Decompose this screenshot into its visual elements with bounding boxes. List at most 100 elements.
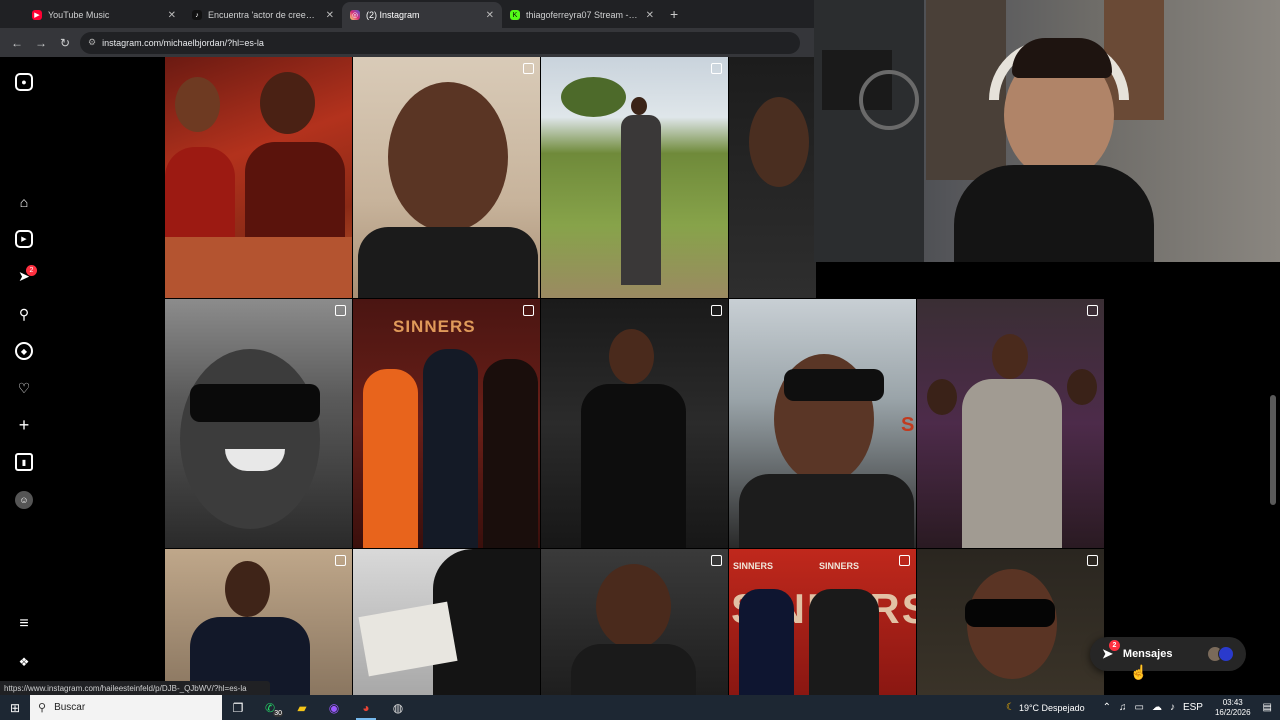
taskbar-search-placeholder: Buscar <box>54 702 86 713</box>
clock[interactable]: 03:43 16/2/2026 <box>1215 698 1251 718</box>
site-info-icon[interactable]: ⚙ <box>88 37 96 48</box>
profile-avatar-icon[interactable]: ☺ <box>15 491 33 509</box>
taskbar-search-field[interactable]: ⚲ Buscar <box>30 695 222 720</box>
tab-label: YouTube Music <box>48 10 110 20</box>
instagram-icon: ◎ <box>350 10 360 20</box>
instagram-sidebar: ● ⌂ ▶ ➤ 2 ⚲ ◆ ♡ + ▮ ☺ ≡ ❖ <box>0 57 48 682</box>
multi-photo-icon <box>711 555 722 566</box>
post-thumbnail[interactable] <box>353 57 540 298</box>
search-icon[interactable]: ⚲ <box>15 305 33 323</box>
close-icon[interactable]: ✕ <box>168 10 176 21</box>
obs-icon[interactable]: ◉ <box>318 695 350 720</box>
home-icon[interactable]: ⌂ <box>15 193 33 211</box>
microphone-icon[interactable]: ♫ <box>1119 702 1127 713</box>
post-thumbnail[interactable] <box>917 299 1104 548</box>
multi-photo-icon <box>523 63 534 74</box>
link-status-bar: https://www.instagram.com/haileesteinfel… <box>0 681 270 695</box>
messages-pill[interactable]: ➤ 2 Mensajes <box>1090 637 1246 671</box>
post-thumbnail[interactable]: SINNERS SINNERS SINNERS <box>729 549 916 695</box>
post-thumbnail[interactable] <box>917 549 1104 695</box>
post-thumbnail[interactable] <box>729 57 816 298</box>
menu-icon[interactable]: ≡ <box>15 615 33 633</box>
app-icon[interactable]: ◍ <box>382 695 414 720</box>
multi-photo-icon <box>711 305 722 316</box>
close-icon[interactable]: ✕ <box>486 10 494 21</box>
poster-text: SINNERS <box>393 317 476 336</box>
reels-icon[interactable]: ▶ <box>15 230 33 248</box>
close-icon[interactable]: ✕ <box>326 10 334 21</box>
messages-badge: 2 <box>1109 640 1120 651</box>
messages-icon: ➤ 2 <box>1102 640 1120 662</box>
post-thumbnail[interactable]: S <box>729 299 916 548</box>
post-thumbnail[interactable] <box>541 57 728 298</box>
url-text: instagram.com/michaelbjordan/?hl=es-la <box>102 37 264 48</box>
page-scrollbar[interactable] <box>1270 395 1276 505</box>
dashboard-icon[interactable]: ▮ <box>15 453 33 471</box>
kick-icon: K <box>510 10 520 20</box>
network-icon[interactable]: ▭ <box>1134 702 1143 713</box>
clock-time: 03:43 <box>1222 697 1243 707</box>
url-field[interactable]: ⚙ instagram.com/michaelbjordan/?hl=es-la <box>80 31 800 54</box>
tiktok-icon: ♪ <box>192 10 202 20</box>
multi-photo-icon <box>899 555 910 566</box>
new-tab-button[interactable]: + <box>670 6 678 22</box>
browser-tab-bar: ▶ YouTube Music ✕ ♪ Encuentra 'actor de … <box>0 0 814 28</box>
post-thumbnail[interactable] <box>541 549 728 695</box>
close-icon[interactable]: ✕ <box>646 10 654 21</box>
notifications-icon[interactable]: ♡ <box>15 379 33 397</box>
windows-start-icon[interactable]: ⊞ <box>0 695 30 720</box>
avatar <box>1218 646 1234 662</box>
forward-icon[interactable]: → <box>32 34 50 52</box>
tab-tiktok[interactable]: ♪ Encuentra 'actor de creed negro' ✕ <box>184 2 342 28</box>
system-tray: ☾ 19°C Despejado ⌃ ♫ ▭ ☁ ♪ ESP 03:43 16/… <box>1002 695 1280 720</box>
whatsapp-badge: 30 <box>273 710 283 717</box>
task-view-icon[interactable]: ❐ <box>222 695 254 720</box>
multi-photo-icon <box>1087 305 1098 316</box>
page-right-margin <box>1105 262 1280 695</box>
multi-photo-icon <box>335 555 346 566</box>
post-thumbnail[interactable]: SINNERS <box>353 299 540 548</box>
address-bar-row: ← → ↻ ⚙ instagram.com/michaelbjordan/?hl… <box>0 28 814 57</box>
tab-kick-stream[interactable]: K thiagoferreyra07 Stream - Watch ✕ <box>502 2 662 28</box>
moon-weather-icon: ☾ <box>1005 702 1015 713</box>
tab-youtube-music[interactable]: ▶ YouTube Music ✕ <box>24 2 184 28</box>
multi-photo-icon <box>335 305 346 316</box>
weather-text[interactable]: 19°C Despejado <box>1019 703 1085 713</box>
reload-icon[interactable]: ↻ <box>56 34 74 52</box>
tab-label: (2) Instagram <box>366 10 420 20</box>
webcam-overlay <box>814 0 1280 262</box>
file-explorer-icon[interactable]: ▰ <box>286 695 318 720</box>
explore-icon[interactable]: ◆ <box>15 342 33 360</box>
messages-badge: 2 <box>26 265 37 276</box>
multi-photo-icon <box>711 63 722 74</box>
whatsapp-icon[interactable]: ✆ 30 <box>254 695 286 720</box>
windows-taskbar: ⊞ ⚲ Buscar ❐ ✆ 30 ▰ ◉ ◕ ◍ ☾ 19°C Despejad… <box>0 695 1280 720</box>
instagram-logo-icon[interactable]: ● <box>15 73 33 91</box>
onedrive-icon[interactable]: ☁ <box>1152 702 1162 713</box>
create-icon[interactable]: + <box>15 415 33 435</box>
tab-label: thiagoferreyra07 Stream - Watch <box>526 10 640 20</box>
post-thumbnail[interactable] <box>353 549 540 695</box>
youtube-music-icon: ▶ <box>32 10 42 20</box>
message-avatars <box>1207 646 1234 662</box>
volume-icon[interactable]: ♪ <box>1170 702 1175 713</box>
poster-text: SINNERS <box>733 561 774 571</box>
search-icon: ⚲ <box>38 702 47 714</box>
multi-photo-icon <box>523 305 534 316</box>
post-thumbnail[interactable] <box>165 299 352 548</box>
post-thumbnail[interactable] <box>165 549 352 695</box>
messages-label: Mensajes <box>1122 648 1173 660</box>
chrome-icon[interactable]: ◕ <box>350 695 382 720</box>
clock-date: 16/2/2026 <box>1214 707 1251 717</box>
mouse-cursor-icon: ☝ <box>1130 664 1148 680</box>
language-indicator[interactable]: ESP <box>1183 702 1203 713</box>
tab-instagram[interactable]: ◎ (2) Instagram ✕ <box>342 2 502 28</box>
threads-icon[interactable]: ❖ <box>15 653 33 671</box>
multi-photo-icon <box>1087 555 1098 566</box>
poster-text: SINNERS <box>819 561 860 571</box>
post-thumbnail[interactable] <box>541 299 728 548</box>
chevron-up-icon[interactable]: ⌃ <box>1103 702 1111 713</box>
back-icon[interactable]: ← <box>8 34 26 52</box>
notifications-icon[interactable]: ▤ <box>1263 702 1272 713</box>
post-thumbnail[interactable] <box>165 57 352 298</box>
